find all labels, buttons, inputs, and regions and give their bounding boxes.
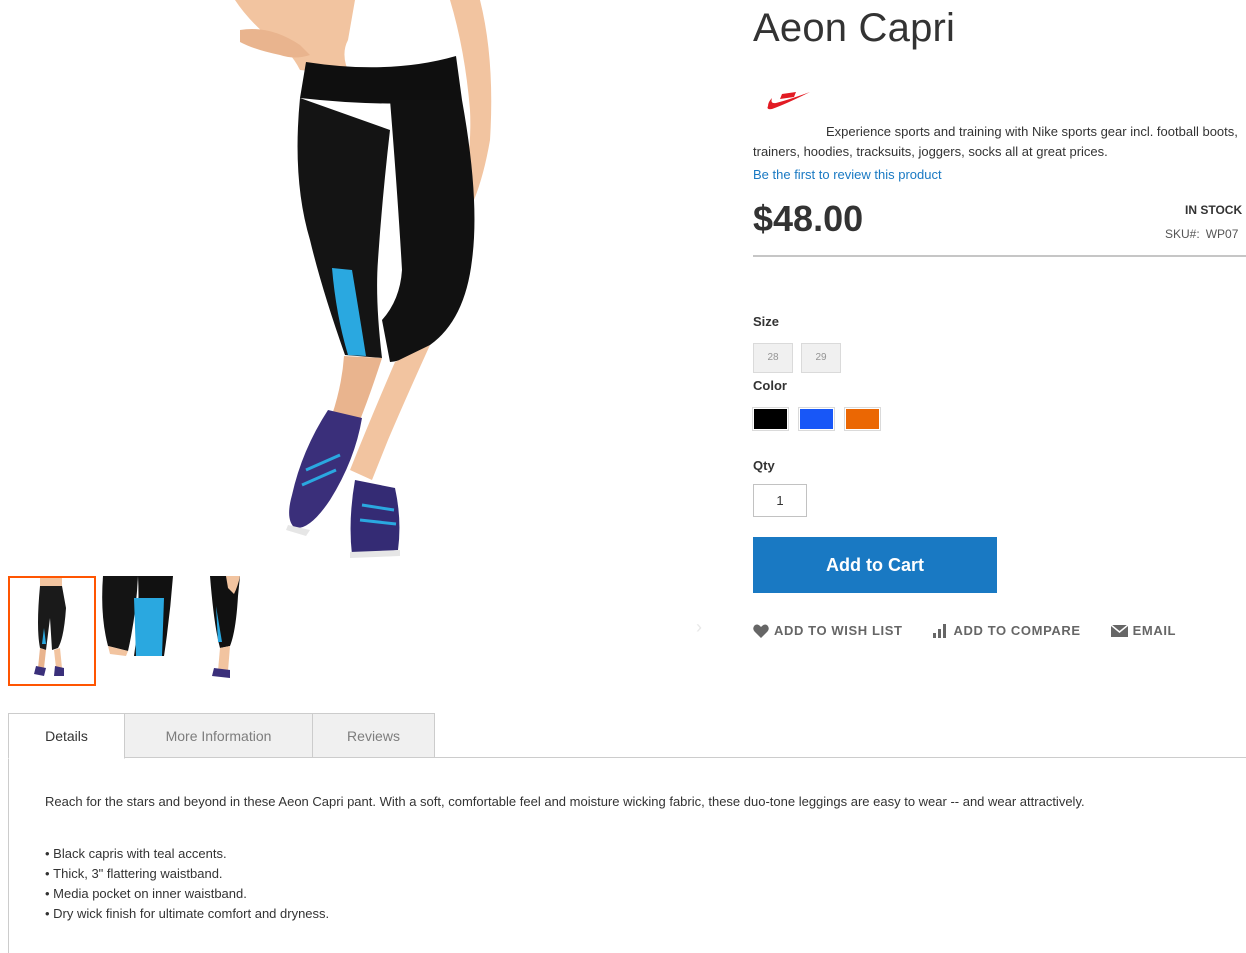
page-title: Aeon Capri xyxy=(753,6,956,50)
brand-description: Experience sports and training with Nike… xyxy=(753,124,1238,159)
thumbnail-1[interactable] xyxy=(8,576,96,686)
sku: SKU#: WP07 xyxy=(1165,227,1238,241)
bar-chart-icon xyxy=(932,623,949,638)
color-swatch-blue[interactable] xyxy=(798,407,835,431)
sku-value: WP07 xyxy=(1205,227,1239,241)
product-social-actions: ADD TO WISH LIST ADD TO COMPARE EMAIL xyxy=(753,623,1206,638)
list-item: Dry wick finish for ultimate comfort and… xyxy=(45,904,329,924)
stock-status: IN STOCK xyxy=(1185,203,1243,217)
envelope-icon xyxy=(1110,624,1128,637)
thumb-leg-closeup-image xyxy=(98,576,186,656)
review-link[interactable]: Be the first to review this product xyxy=(753,167,942,182)
details-bullets: Black capris with teal accents. Thick, 3… xyxy=(45,844,329,924)
tab-details[interactable]: Details xyxy=(8,713,125,759)
add-to-compare-link[interactable]: ADD TO COMPARE xyxy=(932,623,1081,638)
color-swatch-orange[interactable] xyxy=(844,407,881,431)
tab-more-information[interactable]: More Information xyxy=(124,713,313,758)
product-main-image[interactable] xyxy=(10,0,510,572)
list-item: Thick, 3" flattering waistband. xyxy=(45,864,329,884)
email-link[interactable]: EMAIL xyxy=(1110,623,1177,638)
list-item: Media pocket on inner waistband. xyxy=(45,884,329,904)
product-tabs: Details More Information Reviews xyxy=(8,713,435,759)
tab-reviews[interactable]: Reviews xyxy=(312,713,435,758)
product-price: $48.00 xyxy=(753,198,864,239)
size-swatch-28[interactable]: 28 xyxy=(753,343,793,373)
details-panel: Reach for the stars and beyond in these … xyxy=(8,757,1246,953)
details-paragraph: Reach for the stars and beyond in these … xyxy=(45,794,1085,809)
capri-leggings-image xyxy=(235,0,492,558)
thumbnail-3[interactable] xyxy=(188,576,276,686)
thumb-full-body-image xyxy=(34,578,66,676)
size-label: Size xyxy=(753,314,780,329)
list-item: Black capris with teal accents. xyxy=(45,844,329,864)
chevron-right-icon[interactable]: › xyxy=(696,618,710,636)
email-label: EMAIL xyxy=(1132,623,1177,638)
heart-icon xyxy=(753,624,769,638)
thumbnail-2[interactable] xyxy=(98,576,186,686)
add-to-wishlist-link[interactable]: ADD TO WISH LIST xyxy=(753,623,903,638)
compare-label: ADD TO COMPARE xyxy=(953,623,1081,638)
qty-input[interactable] xyxy=(753,484,807,517)
add-to-cart-button[interactable]: Add to Cart xyxy=(753,537,997,593)
price-divider xyxy=(753,255,1246,257)
qty-label: Qty xyxy=(753,458,775,473)
color-swatch-black[interactable] xyxy=(752,407,789,431)
thumb-side-view-image xyxy=(210,576,240,678)
sku-label: SKU#: xyxy=(1165,227,1200,241)
wishlist-label: ADD TO WISH LIST xyxy=(774,623,903,638)
color-label: Color xyxy=(753,378,787,393)
size-swatch-29[interactable]: 29 xyxy=(801,343,841,373)
nike-swoosh-icon xyxy=(766,88,812,112)
thumbnail-strip xyxy=(8,576,276,686)
